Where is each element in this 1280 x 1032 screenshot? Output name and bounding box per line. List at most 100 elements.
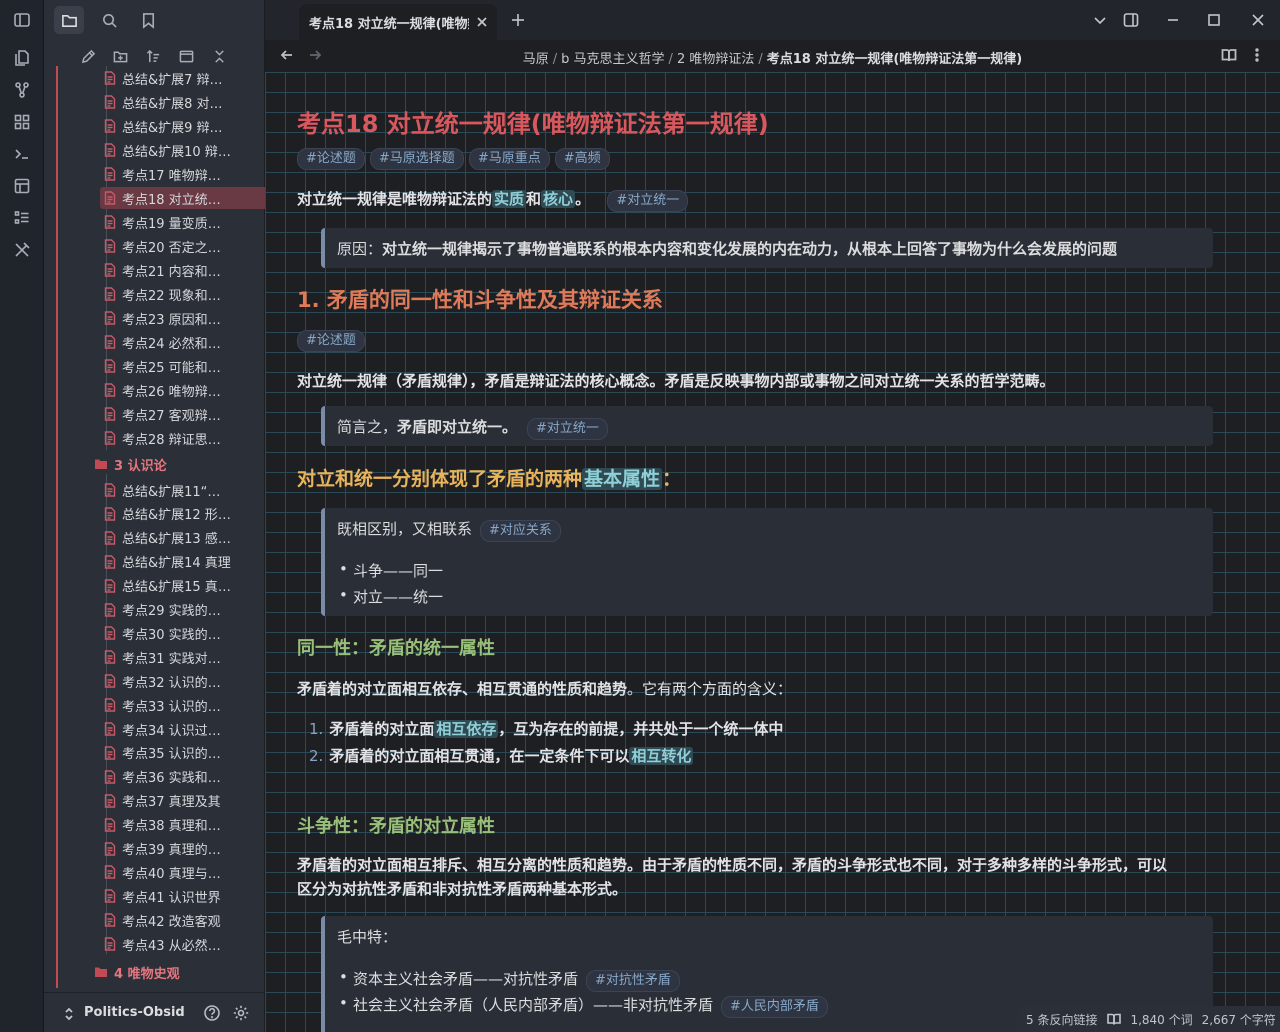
file-item[interactable]: 考点25 可能和现实 [100, 355, 265, 377]
breadcrumb-current[interactable]: 考点18 对立统一规律(唯物辩证法第一规律) [767, 52, 1023, 67]
tab-file-explorer[interactable] [54, 6, 84, 34]
tag[interactable]: #高频 [554, 148, 610, 170]
tag[interactable]: #对立统一 [607, 190, 689, 212]
text: 社会主义社会矛盾（人民内部矛盾）——非对抗性矛盾 [353, 996, 714, 1014]
callout-text: 简言之，矛盾即对立统一。 #对立统一 [337, 416, 613, 440]
tag[interactable]: #马原选择题 [369, 148, 464, 170]
new-note-button[interactable] [77, 45, 99, 67]
new-tab-button[interactable] [508, 10, 528, 30]
toggle-right-sidebar-button[interactable] [1121, 10, 1141, 30]
file-item[interactable]: 考点20 否定之否定规律 [100, 235, 265, 257]
vault-name[interactable]: Politics-Obsidian [84, 1005, 184, 1020]
file-item[interactable]: 总结&扩展12 形而上学 [100, 503, 265, 525]
graph-view-button[interactable] [8, 76, 36, 104]
breadcrumb-item[interactable]: 马原 [523, 52, 549, 67]
file-item[interactable]: 考点19 量变质变规律 [100, 211, 265, 233]
templates-button[interactable] [8, 172, 36, 200]
file-item[interactable]: 考点31 实践对认识 [100, 646, 265, 668]
tag[interactable]: #对立统一 [527, 418, 608, 440]
close-window-button[interactable] [1248, 10, 1268, 30]
file-item[interactable]: 考点30 实践的基本 [100, 622, 265, 644]
file-item[interactable]: 考点27 客观辩证法 [100, 403, 265, 425]
more-options-icon[interactable] [1249, 47, 1267, 65]
file-item[interactable]: 考点21 内容和形式 [100, 259, 265, 281]
file-item[interactable]: 总结&扩展13 感性认识 [100, 527, 265, 549]
file-item[interactable]: 考点39 真理的检验 [100, 838, 265, 860]
file-item[interactable]: 考点17 唯物辩证法的总特征 [100, 163, 265, 185]
chevron-updown-icon[interactable] [62, 1006, 76, 1020]
file-icon [104, 793, 116, 808]
file-item[interactable]: 考点23 原因和结果 [100, 307, 265, 329]
file-item[interactable]: 考点29 实践的本质 [100, 599, 265, 621]
tag[interactable]: #对应关系 [480, 520, 561, 542]
settings-gear-icon[interactable] [232, 1004, 250, 1022]
file-label: 考点35 认识的两次 [122, 747, 232, 763]
file-item[interactable]: 考点41 认识世界 [100, 885, 265, 907]
file-item[interactable]: 总结&扩展10 辩证思维 [100, 139, 265, 161]
reading-view-icon[interactable] [1221, 47, 1239, 65]
tag[interactable]: #论述题 [297, 148, 365, 170]
terminal-icon [15, 149, 28, 159]
file-label: 考点24 必然和偶然 [122, 336, 232, 352]
book-open-icon[interactable] [1107, 1012, 1122, 1026]
folder-epistemology[interactable]: 3 认识论 [94, 453, 265, 475]
tag[interactable]: #论述题 [297, 330, 365, 352]
auto-reveal-button[interactable] [175, 45, 197, 67]
file-label: 考点39 真理的检验 [122, 843, 232, 858]
note-editor[interactable]: 考点18 对立统一规律(唯物辩证法第一规律) #论述题 #马原选择题 #马原重点 #高… [265, 72, 1280, 1032]
tab-current-note[interactable]: 考点18 对立统一规律(唯物辩证法第一规律) [299, 4, 497, 40]
collapse-all-button[interactable] [208, 45, 230, 67]
file-icon [104, 71, 116, 85]
file-icon [104, 554, 116, 569]
file-item[interactable]: 考点33 认识的过程 [100, 694, 265, 716]
file-item[interactable]: 考点37 真理及其 [100, 790, 265, 812]
folder-historical-materialism[interactable]: 4 唯物史观 [94, 961, 265, 983]
maximize-button[interactable] [1204, 10, 1224, 30]
file-item[interactable]: 考点38 真理和谬误 [100, 814, 265, 836]
file-item[interactable]: 总结&扩展11“主观能动” [100, 479, 265, 501]
file-item[interactable]: 考点34 认识过程的 [100, 718, 265, 740]
file-icon [104, 913, 116, 927]
file-item[interactable]: 考点40 真理与价值 [100, 861, 265, 883]
outline-button[interactable] [8, 204, 36, 232]
file-item[interactable]: 考点35 认识的两次 [100, 742, 265, 764]
file-item[interactable]: 考点22 现象和本质 [100, 283, 265, 305]
breadcrumb-item[interactable]: 2 唯物辩证法 [677, 52, 754, 67]
tab-bookmarks[interactable] [133, 6, 163, 34]
tag[interactable]: #对抗性矛盾 [586, 970, 680, 992]
file-item[interactable]: 考点32 认识的本质 [100, 670, 265, 692]
tab-list-button[interactable] [1090, 10, 1110, 30]
file-item[interactable]: 考点24 必然和偶然 [100, 331, 265, 353]
tag[interactable]: #人民内部矛盾 [721, 996, 828, 1018]
file-item[interactable]: 考点36 实践和认识 [100, 766, 265, 788]
file-item[interactable]: 考点26 唯物辩证法 [100, 379, 265, 401]
file-item[interactable]: 考点28 辩证思维方法 [100, 427, 265, 449]
canvas-button[interactable] [8, 108, 36, 136]
plugin-button[interactable] [8, 236, 36, 264]
minimize-button[interactable] [1163, 10, 1183, 30]
tab-search[interactable] [94, 6, 124, 34]
file-item[interactable]: 总结&扩展7 辩证法和形而上学 [100, 67, 265, 89]
file-label: 考点28 辩证思维方法 [122, 432, 232, 448]
file-item[interactable]: 总结&扩展14 真理 [100, 551, 265, 573]
file-item[interactable]: 总结&扩展8 对立统一 [100, 91, 265, 113]
file-icon [104, 335, 116, 349]
tag[interactable]: #马原重点 [468, 148, 550, 170]
help-icon[interactable] [203, 1004, 221, 1022]
backlinks-count[interactable]: 5 条反向链接 [1026, 1011, 1097, 1028]
command-palette-button[interactable] [8, 140, 36, 168]
sort-button[interactable] [142, 45, 164, 67]
heading-identity: 同一性：矛盾的统一属性 [297, 638, 495, 659]
file-item[interactable]: 总结&扩展9 辩证否定 [100, 115, 265, 137]
file-item[interactable]: 考点18 对立统一规律 [100, 187, 265, 209]
file-item[interactable]: 考点43 从必然走向 [100, 933, 265, 955]
file-item[interactable]: 考点42 改造客观 [100, 909, 265, 931]
breadcrumb-item[interactable]: b 马克思主义哲学 [561, 52, 664, 67]
file-item[interactable]: 总结&扩展15 真理标准 [100, 575, 265, 597]
switcher-button[interactable] [8, 44, 36, 72]
close-tab-icon[interactable] [475, 14, 491, 30]
new-folder-button[interactable] [109, 45, 131, 67]
list-item: 资本主义社会矛盾——对抗性矛盾 #对抗性矛盾 [339, 968, 685, 992]
toggle-sidebar-button[interactable] [8, 6, 36, 34]
note-title: 考点18 对立统一规律(唯物辩证法第一规律) [297, 110, 769, 138]
